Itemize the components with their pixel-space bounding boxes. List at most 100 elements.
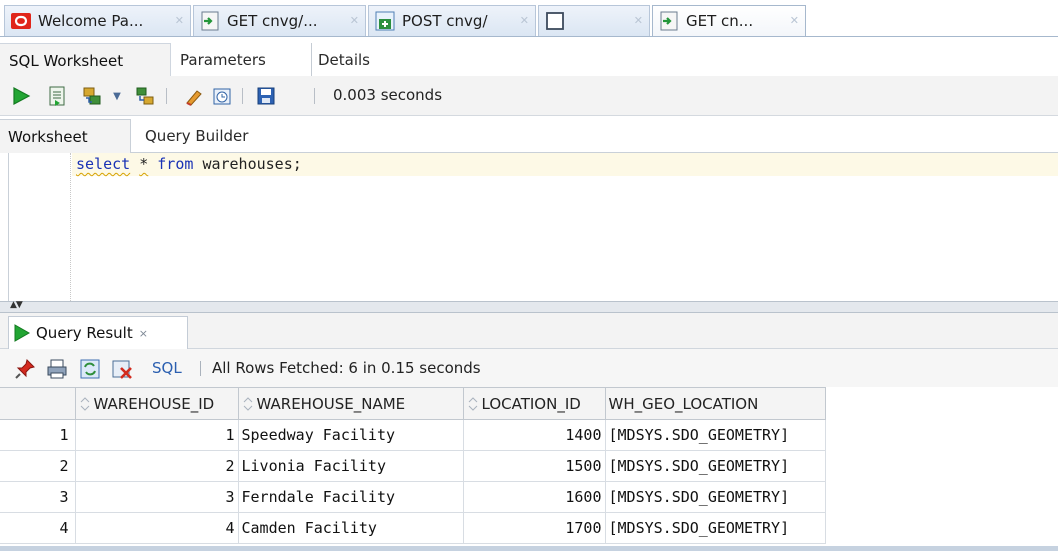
cell-location-id[interactable]: 1700 <box>462 512 606 544</box>
sort-icon <box>243 396 252 411</box>
pin-icon[interactable] <box>14 358 36 380</box>
close-icon[interactable]: × <box>139 327 148 340</box>
history-button[interactable] <box>210 84 234 108</box>
doc-tab-get-active[interactable]: GET cn... ✕ <box>652 5 806 36</box>
execution-time: 0.003 seconds <box>333 86 443 104</box>
doc-tab-blank[interactable]: ✕ <box>538 5 650 36</box>
doc-tab-label: Welcome Pa... <box>38 12 144 30</box>
tab-details[interactable]: Details <box>311 43 370 77</box>
cell-location-id[interactable]: 1600 <box>462 481 606 513</box>
clear-button[interactable] <box>182 84 206 108</box>
cell-warehouse-id[interactable]: 2 <box>74 450 239 482</box>
sort-icon <box>468 396 477 411</box>
panel-splitter[interactable]: ▲▼ <box>0 300 1058 313</box>
tab-query-builder[interactable]: Query Builder <box>145 119 248 153</box>
close-icon[interactable]: ✕ <box>790 14 799 27</box>
table-row[interactable]: 3 3 Ferndale Facility 1600 [MDSYS.SDO_GE… <box>0 481 826 513</box>
cell-warehouse-name[interactable]: Camden Facility <box>237 512 464 544</box>
row-number: 3 <box>0 481 76 513</box>
worksheet-toolbar: ▼ 0.003 seconds <box>0 76 1058 116</box>
close-icon[interactable]: ✕ <box>175 14 184 27</box>
explain-plan-button[interactable] <box>80 84 104 108</box>
close-icon[interactable]: ✕ <box>350 14 359 27</box>
table-name-token: warehouses; <box>202 155 302 173</box>
rest-get-icon <box>201 11 219 31</box>
splitter-arrows-icon[interactable]: ▲▼ <box>10 300 23 310</box>
cell-wh-geo-location[interactable]: [MDSYS.SDO_GEOMETRY] <box>604 450 826 482</box>
result-grid[interactable]: WAREHOUSE_ID WAREHOUSE_NAME LOCATION_ID … <box>0 387 1058 551</box>
cell-warehouse-id[interactable]: 4 <box>74 512 239 544</box>
doc-tab-welcome[interactable]: Welcome Pa... ✕ <box>4 5 191 36</box>
cell-wh-geo-location[interactable]: [MDSYS.SDO_GEOMETRY] <box>604 481 826 513</box>
cell-warehouse-id[interactable]: 3 <box>74 481 239 513</box>
column-header-wh-geo-location[interactable]: WH_GEO_LOCATION <box>604 387 826 420</box>
doc-tab-get-1[interactable]: GET cnvg/... ✕ <box>193 5 366 36</box>
keyword-select: select <box>76 155 131 173</box>
save-button[interactable] <box>254 84 278 108</box>
column-label: WAREHOUSE_ID <box>93 394 215 413</box>
table-header-row: WAREHOUSE_ID WAREHOUSE_NAME LOCATION_ID … <box>0 387 826 420</box>
editor-sub-tabs: SQL Worksheet Parameters Details <box>0 36 1058 77</box>
doc-tab-label: GET cn... <box>686 12 754 30</box>
bottom-border <box>0 546 1058 551</box>
table-row[interactable]: 2 2 Livonia Facility 1500 [MDSYS.SDO_GEO… <box>0 450 826 482</box>
cell-warehouse-name[interactable]: Ferndale Facility <box>237 481 464 513</box>
cell-location-id[interactable]: 1400 <box>462 419 606 451</box>
tab-parameters[interactable]: Parameters <box>180 43 266 77</box>
cell-wh-geo-location[interactable]: [MDSYS.SDO_GEOMETRY] <box>604 419 826 451</box>
cell-warehouse-name[interactable]: Speedway Facility <box>237 419 464 451</box>
tab-query-result-label: Query Result <box>36 324 133 342</box>
column-header-warehouse-id[interactable]: WAREHOUSE_ID <box>74 387 239 420</box>
explain-plan-icon <box>83 87 101 105</box>
tab-query-result[interactable]: Query Result × <box>8 316 188 349</box>
history-icon <box>213 88 231 105</box>
toolbar-separator <box>200 361 201 376</box>
tab-details-label: Details <box>318 51 371 69</box>
cell-location-id[interactable]: 1500 <box>462 450 606 482</box>
refresh-icon[interactable] <box>79 358 101 380</box>
sql-link[interactable]: SQL <box>152 359 182 377</box>
rest-get-icon <box>660 11 678 31</box>
editor-line-1[interactable]: select * from warehouses; <box>72 153 1058 176</box>
table-row[interactable]: 1 1 Speedway Facility 1400 [MDSYS.SDO_GE… <box>0 419 826 451</box>
star-token: * <box>139 155 149 173</box>
doc-tab-post[interactable]: POST cnvg/ ✕ <box>368 5 536 36</box>
cancel-fetch-icon[interactable] <box>111 358 133 380</box>
result-tab-strip: Query Result × <box>0 313 1058 349</box>
tab-sql-worksheet[interactable]: SQL Worksheet <box>0 43 171 77</box>
cell-warehouse-name[interactable]: Livonia Facility <box>237 450 464 482</box>
print-icon[interactable] <box>46 358 68 380</box>
row-number: 4 <box>0 512 76 544</box>
result-table: WAREHOUSE_ID WAREHOUSE_NAME LOCATION_ID … <box>0 387 826 544</box>
sql-editor[interactable]: select * from warehouses; <box>8 153 1058 301</box>
dropdown-arrow-icon: ▼ <box>113 90 121 102</box>
run-statement-icon <box>13 87 31 105</box>
cell-warehouse-id[interactable]: 1 <box>74 419 239 451</box>
autotrace-button[interactable] <box>133 84 157 108</box>
keyword-from: from <box>157 155 194 173</box>
fetch-status: All Rows Fetched: 6 in 0.15 seconds <box>212 359 481 377</box>
row-number: 1 <box>0 419 76 451</box>
close-icon[interactable]: ✕ <box>520 14 529 27</box>
run-result-icon <box>14 324 31 342</box>
sort-icon <box>80 396 89 411</box>
clear-icon <box>186 90 202 106</box>
cell-wh-geo-location[interactable]: [MDSYS.SDO_GEOMETRY] <box>604 512 826 544</box>
toolbar-separator <box>242 88 243 104</box>
rest-post-icon <box>375 11 395 31</box>
toolbar-separator <box>314 88 315 104</box>
column-label: LOCATION_ID <box>481 394 581 413</box>
line-number-gutter <box>9 153 71 301</box>
tab-worksheet[interactable]: Worksheet <box>0 119 131 153</box>
explain-dropdown-button[interactable]: ▼ <box>110 84 124 108</box>
close-icon[interactable]: ✕ <box>634 14 643 27</box>
column-header-location-id[interactable]: LOCATION_ID <box>462 387 606 420</box>
run-statement-button[interactable] <box>9 84 33 108</box>
run-script-button[interactable] <box>45 84 69 108</box>
worksheet-tabs: Worksheet Query Builder <box>0 116 1058 153</box>
save-icon <box>257 87 275 105</box>
toolbar-separator <box>166 88 167 104</box>
table-row[interactable]: 4 4 Camden Facility 1700 [MDSYS.SDO_GEOM… <box>0 512 826 544</box>
column-header-warehouse-name[interactable]: WAREHOUSE_NAME <box>237 387 464 420</box>
doc-tab-label: POST cnvg/ <box>402 12 488 30</box>
